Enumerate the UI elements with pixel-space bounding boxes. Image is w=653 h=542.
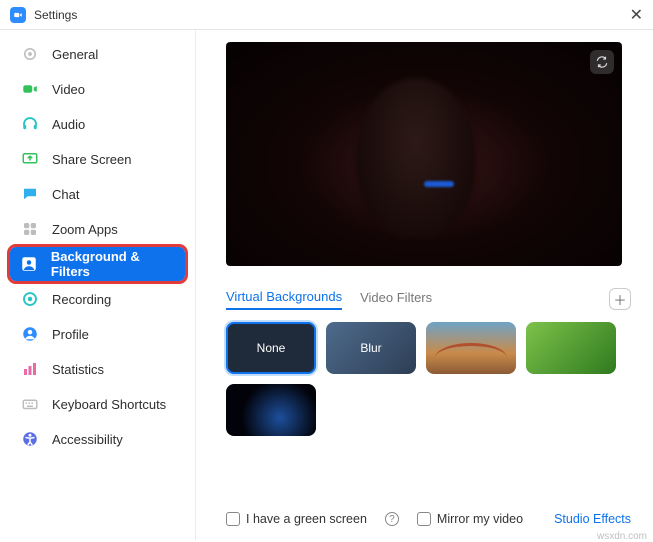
sidebar: General Video Audio Share Screen Chat Zo… [0, 30, 196, 540]
bg-option-bridge[interactable] [426, 322, 516, 374]
sidebar-item-recording[interactable]: Recording [10, 282, 185, 316]
bg-tabs: Virtual Backgrounds Video Filters ＋ [226, 288, 631, 310]
statistics-icon [20, 359, 40, 379]
mirror-video-checkbox[interactable]: Mirror my video [417, 512, 523, 526]
preview-face [356, 78, 476, 238]
bg-option-earth[interactable] [226, 384, 316, 436]
person-square-icon [20, 254, 39, 274]
mirror-label: Mirror my video [437, 512, 523, 526]
share-screen-icon [20, 149, 40, 169]
sidebar-item-label: Audio [52, 117, 85, 132]
bg-option-blur[interactable]: Blur [326, 322, 416, 374]
bg-option-none[interactable]: None [226, 322, 316, 374]
sidebar-item-share-screen[interactable]: Share Screen [10, 142, 185, 176]
sidebar-item-label: Share Screen [52, 152, 132, 167]
sidebar-item-zoom-apps[interactable]: Zoom Apps [10, 212, 185, 246]
sidebar-item-background-filters[interactable]: Background & Filters [10, 247, 185, 281]
profile-icon [20, 324, 40, 344]
add-background-button[interactable]: ＋ [609, 288, 631, 310]
bg-label: None [257, 341, 286, 355]
sidebar-item-chat[interactable]: Chat [10, 177, 185, 211]
background-thumbnails: None Blur [226, 322, 631, 436]
sidebar-item-label: Profile [52, 327, 89, 342]
sidebar-item-label: Keyboard Shortcuts [52, 397, 166, 412]
sidebar-item-label: Zoom Apps [52, 222, 118, 237]
sidebar-item-statistics[interactable]: Statistics [10, 352, 185, 386]
checkbox-box [417, 512, 431, 526]
bg-option-grass[interactable] [526, 322, 616, 374]
sidebar-item-video[interactable]: Video [10, 72, 185, 106]
content-pane: Virtual Backgrounds Video Filters ＋ None… [196, 30, 653, 540]
record-icon [20, 289, 40, 309]
tab-virtual-backgrounds[interactable]: Virtual Backgrounds [226, 289, 342, 310]
bg-label: Blur [360, 341, 381, 355]
video-preview [226, 42, 622, 266]
green-screen-checkbox[interactable]: I have a green screen [226, 512, 367, 526]
sidebar-item-label: Video [52, 82, 85, 97]
preview-glint [424, 181, 454, 187]
sidebar-item-label: Background & Filters [51, 249, 175, 279]
sidebar-item-label: Accessibility [52, 432, 123, 447]
sidebar-item-profile[interactable]: Profile [10, 317, 185, 351]
studio-effects-link[interactable]: Studio Effects [554, 512, 631, 526]
headphones-icon [20, 114, 40, 134]
sidebar-item-accessibility[interactable]: Accessibility [10, 422, 185, 456]
chat-icon [20, 184, 40, 204]
watermark: wsxdn.com [597, 531, 647, 542]
checkbox-box [226, 512, 240, 526]
green-screen-label: I have a green screen [246, 512, 367, 526]
titlebar: Settings ✕ [0, 0, 653, 30]
sidebar-item-audio[interactable]: Audio [10, 107, 185, 141]
keyboard-icon [20, 394, 40, 414]
zoom-app-icon [10, 7, 26, 23]
sidebar-item-general[interactable]: General [10, 37, 185, 71]
sidebar-item-label: Recording [52, 292, 111, 307]
window-title: Settings [34, 8, 77, 22]
bottom-options: I have a green screen ? Mirror my video … [226, 512, 631, 526]
sidebar-item-keyboard-shortcuts[interactable]: Keyboard Shortcuts [10, 387, 185, 421]
gear-icon [20, 44, 40, 64]
help-icon[interactable]: ? [385, 512, 399, 526]
video-icon [20, 79, 40, 99]
close-icon[interactable]: ✕ [630, 5, 643, 25]
rotate-camera-icon[interactable] [590, 50, 614, 74]
accessibility-icon [20, 429, 40, 449]
sidebar-item-label: Chat [52, 187, 79, 202]
tab-video-filters[interactable]: Video Filters [360, 290, 432, 309]
sidebar-item-label: General [52, 47, 98, 62]
apps-icon [20, 219, 40, 239]
sidebar-item-label: Statistics [52, 362, 104, 377]
